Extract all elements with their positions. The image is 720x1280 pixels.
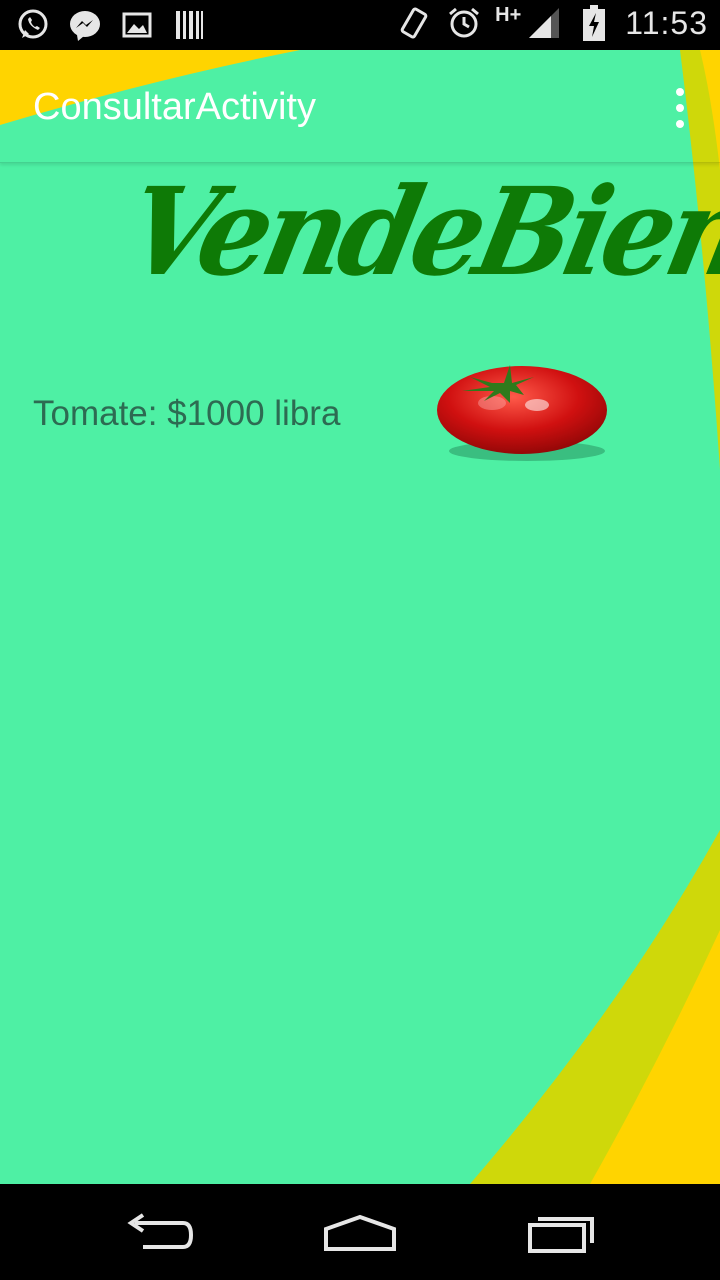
action-bar: ConsultarActivity bbox=[0, 50, 720, 163]
gallery-icon bbox=[118, 6, 156, 44]
product-price-text: Tomate: $1000 libra bbox=[33, 394, 341, 433]
home-icon[interactable] bbox=[320, 1208, 400, 1258]
clock: 11:53 bbox=[625, 4, 708, 41]
messenger-icon bbox=[66, 6, 104, 44]
recents-icon[interactable] bbox=[520, 1208, 600, 1258]
action-bar-title: ConsultarActivity bbox=[33, 86, 316, 128]
alarm-icon bbox=[445, 4, 483, 42]
vendebien-logo: VendeBien bbox=[115, 158, 720, 308]
barcode-icon bbox=[170, 6, 208, 44]
status-bar: H+ 11:53 bbox=[0, 0, 720, 50]
signal-icon bbox=[525, 4, 563, 42]
back-icon[interactable] bbox=[120, 1208, 200, 1258]
battery-charging-icon bbox=[575, 4, 613, 42]
logo-text: VendeBien bbox=[115, 161, 720, 304]
app-screen: ConsultarActivity VendeBien Tomate: $100… bbox=[0, 50, 720, 1184]
network-type: H+ bbox=[495, 3, 522, 26]
tomato-image bbox=[437, 365, 607, 461]
more-vertical-icon[interactable] bbox=[668, 88, 692, 128]
navigation-bar bbox=[0, 1184, 720, 1280]
whatsapp-icon bbox=[14, 6, 52, 44]
vibrate-icon bbox=[395, 4, 433, 42]
